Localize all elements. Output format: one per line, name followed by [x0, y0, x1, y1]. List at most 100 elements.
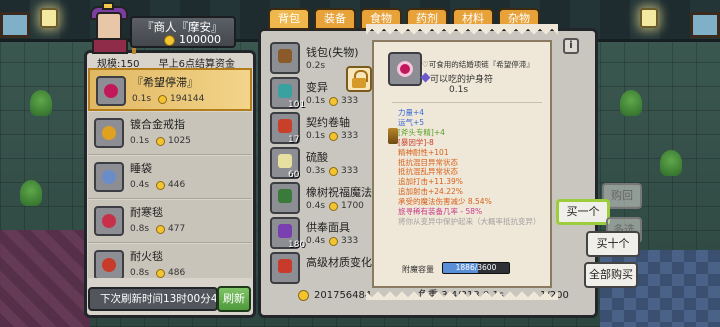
- plant-icon: [660, 150, 682, 176]
- item-time: 0.8s: [130, 268, 150, 278]
- shop-item[interactable]: 『希望停滞』 0.1s 194144: [88, 68, 252, 111]
- item-name: 橡树祝福魔法: [306, 186, 372, 199]
- item-name: 耐寒毯: [130, 206, 163, 219]
- inventory-item[interactable]: 17 契约卷轴 0.1s 333: [266, 112, 378, 150]
- item-time: 0.1s: [132, 94, 152, 104]
- inventory-item[interactable]: 高级材质变化: [266, 252, 378, 290]
- item-icon: [270, 182, 300, 214]
- item-price: 333: [341, 236, 359, 246]
- item-icon: [96, 76, 126, 106]
- refresh-countdown: 下次刷新时间13时00分4: [88, 287, 218, 311]
- coin-icon: [156, 181, 165, 190]
- item-name: 高级材质变化: [306, 256, 372, 269]
- tab-1[interactable]: 装备: [314, 8, 356, 30]
- item-quantity: 101: [288, 100, 306, 110]
- item-name: 契约卷轴: [306, 116, 350, 129]
- item-name: 变异: [306, 81, 328, 94]
- coin-icon: [164, 35, 175, 46]
- item-time: 0.1s: [306, 131, 326, 141]
- tooltip-stat-line: [暴因学]-8: [398, 137, 434, 147]
- tooltip-title: ♡可食用的结婚项链『希望停滞』: [422, 60, 534, 69]
- item-quantity: 60: [288, 170, 300, 180]
- coin-icon: [156, 269, 165, 278]
- tooltip-stat-line: [斧头专精]+4: [398, 127, 445, 137]
- item-quantity: 17: [288, 135, 300, 145]
- tab-0[interactable]: 背包: [268, 8, 310, 30]
- tooltip-stat-line: 承受的魔法伤害减少 8.54%: [398, 197, 492, 207]
- item-quantity: 180: [288, 240, 306, 250]
- info-button[interactable]: i: [563, 38, 579, 54]
- inventory-item[interactable]: 60 硫酸 0.3s 333: [266, 147, 378, 185]
- lamp-icon: [640, 8, 658, 28]
- enchant-capacity-label: 附魔容量: [402, 265, 434, 274]
- shop-item[interactable]: 睡袋 0.4s 446: [88, 156, 252, 199]
- item-time: 0.4s: [130, 180, 150, 190]
- item-icon: [94, 206, 124, 236]
- item-icon: [94, 250, 124, 278]
- tooltip-stat-line: 抵抗混乱异常状态: [398, 167, 458, 177]
- item-name: 睡袋: [130, 162, 152, 175]
- item-name: 镀合金戒指: [130, 118, 185, 131]
- coin-icon: [329, 97, 338, 106]
- window-decoration: [0, 12, 30, 38]
- inventory-money: 201756484: [314, 290, 372, 301]
- coin-icon: [158, 95, 167, 104]
- item-name: 『希望停滞』: [132, 76, 198, 89]
- plant-icon: [20, 180, 42, 206]
- item-price: 333: [341, 96, 359, 106]
- merchant-body: [92, 38, 128, 54]
- tooltip-divider: [392, 102, 542, 103]
- shop-item[interactable]: 耐火毯 0.8s 486: [88, 244, 252, 278]
- coin-icon: [329, 237, 338, 246]
- coin-icon: [329, 202, 338, 211]
- buy-one-button[interactable]: 买一个: [556, 199, 610, 225]
- item-price: 1700: [341, 201, 364, 211]
- item-time: 0.2s: [306, 61, 326, 71]
- buy-ten-button[interactable]: 买十个: [586, 231, 640, 257]
- inventory-item[interactable]: 180 供奉面具 0.4s 333: [266, 217, 378, 255]
- window-decoration: [690, 12, 720, 38]
- item-time: 0.4s: [306, 236, 326, 246]
- coin-icon: [329, 132, 338, 141]
- tooltip-subtitle: 可以吃的护身符: [430, 75, 494, 85]
- item-name: 钱包(失物): [306, 46, 359, 59]
- coin-icon: [156, 137, 165, 146]
- buy-all-button[interactable]: 全部购买: [584, 262, 638, 288]
- lock-icon[interactable]: [346, 66, 372, 92]
- shop-item[interactable]: 耐寒毯 0.8s 477: [88, 200, 252, 243]
- merchant-money: 100000: [179, 33, 221, 46]
- necklace-icon: [388, 52, 422, 86]
- brush-icon: [388, 128, 398, 144]
- item-time: 0.1s: [130, 136, 150, 146]
- crown-icon: [102, 2, 114, 10]
- item-icon: [94, 162, 124, 192]
- item-name: 耐火毯: [130, 250, 163, 263]
- item-time: 0.3s: [306, 166, 326, 176]
- item-price: 194144: [170, 94, 205, 104]
- enchant-capacity-value: 1886/3600: [455, 263, 497, 272]
- coin-icon: [329, 167, 338, 176]
- item-price: 477: [168, 224, 186, 234]
- merchant-title-plate: 『商人『摩安』 100000: [130, 16, 236, 48]
- tooltip-stats: 力量+4 运气+5 [斧头专精]+4 [暴因学]-8 精神耐性+101 抵抗混目异常状态抵…: [398, 108, 548, 227]
- tooltip-stat-line: 抵抗混目异常状态: [398, 157, 458, 167]
- item-price: 333: [341, 131, 359, 141]
- tooltip-stat-line: 精神耐性+101: [398, 147, 449, 157]
- plant-icon: [620, 90, 642, 116]
- inventory-item[interactable]: 橡树祝福魔法 0.4s 1700: [266, 182, 378, 220]
- tooltip-torn-bottom: [366, 286, 558, 300]
- plant-icon: [30, 90, 52, 116]
- refresh-button[interactable]: 刷新: [217, 286, 251, 312]
- tooltip-stat-line: 旅寻稀有装备几率 - 58%: [398, 207, 483, 217]
- tooltip-stat-line: 运气+5: [398, 117, 425, 127]
- tooltip-time: 0.1s: [449, 85, 469, 95]
- item-price: 333: [341, 166, 359, 176]
- item-price: 1025: [168, 136, 191, 146]
- item-time: 0.8s: [130, 224, 150, 234]
- tooltip-stat-line: 追加打击+11.39%: [398, 177, 463, 187]
- tooltip-stat-line: 追加射击+24.22%: [398, 187, 463, 197]
- shop-item-list[interactable]: 『希望停滞』 0.1s 194144 镀合金戒指 0.1s 1025 睡袋 0.4s 446 耐寒…: [88, 68, 252, 278]
- shop-item[interactable]: 镀合金戒指 0.1s 1025: [88, 112, 252, 155]
- item-name: 硫酸: [306, 151, 328, 164]
- item-time: 0.1s: [306, 96, 326, 106]
